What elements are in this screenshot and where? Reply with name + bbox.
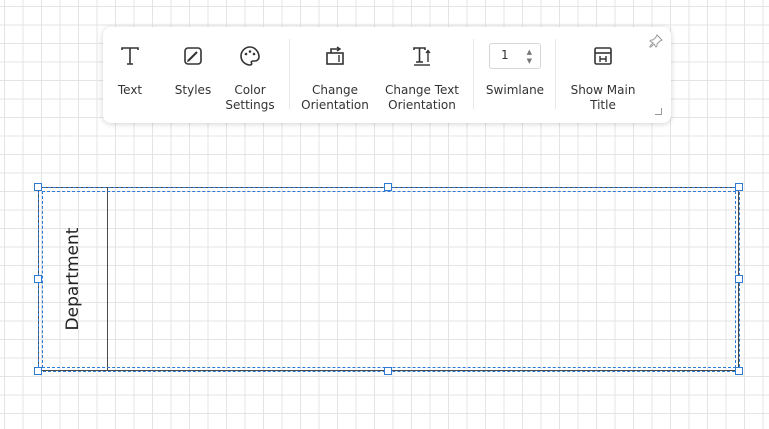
toolbar-separator [289,39,290,109]
floating-toolbar: Text Styles Color Settings Change Orient… [103,27,671,123]
expand-corner-icon[interactable] [655,108,662,115]
show-main-title-button[interactable]: Show Main Title [561,27,645,123]
pin-icon[interactable] [649,33,663,52]
styles-button[interactable]: Styles [173,27,213,123]
text-label: Text [117,83,143,97]
resize-handle-right[interactable] [735,275,743,283]
swimlane-shape[interactable] [38,187,739,371]
swimlane-label: Swimlane [485,83,545,97]
styles-label: Styles [174,83,212,97]
resize-handle-left[interactable] [34,275,42,283]
change-text-orientation-button[interactable]: Change Text Orientation [379,27,465,123]
main-title-icon [592,42,614,70]
swimlane-count-stepper[interactable]: 1 ▲ ▼ [489,43,541,69]
resize-handle-bottom[interactable] [384,367,392,375]
swimlane-stepper-wrap: 1 ▲ ▼ [489,42,541,70]
resize-handle-top-right[interactable] [735,183,743,191]
resize-handle-bottom-left[interactable] [34,367,42,375]
resize-handle-top-left[interactable] [34,183,42,191]
change-text-orientation-icon [411,42,433,70]
change-orientation-icon [324,42,346,70]
change-orientation-label: Change Orientation [301,83,369,112]
resize-handle-top[interactable] [384,183,392,191]
toolbar-separator [555,39,556,109]
show-main-title-label: Show Main Title [570,83,636,112]
stepper-up-icon[interactable]: ▲ [527,49,532,56]
stepper-down-icon[interactable]: ▼ [527,58,532,65]
change-text-orientation-label: Change Text Orientation [384,83,460,112]
swimlane-count-value: 1 [501,48,509,62]
change-orientation-button[interactable]: Change Orientation [295,27,375,123]
resize-handle-bottom-right[interactable] [735,367,743,375]
palette-icon [239,42,261,70]
toolbar-separator [473,39,474,109]
color-settings-button[interactable]: Color Settings [220,27,280,123]
styles-icon [182,42,204,70]
text-icon [119,42,141,70]
color-settings-label: Color Settings [225,83,275,112]
text-button[interactable]: Text [117,27,143,123]
swimlane-control: 1 ▲ ▼ Swimlane [479,27,551,123]
swimlane-title[interactable]: Department [63,228,83,331]
